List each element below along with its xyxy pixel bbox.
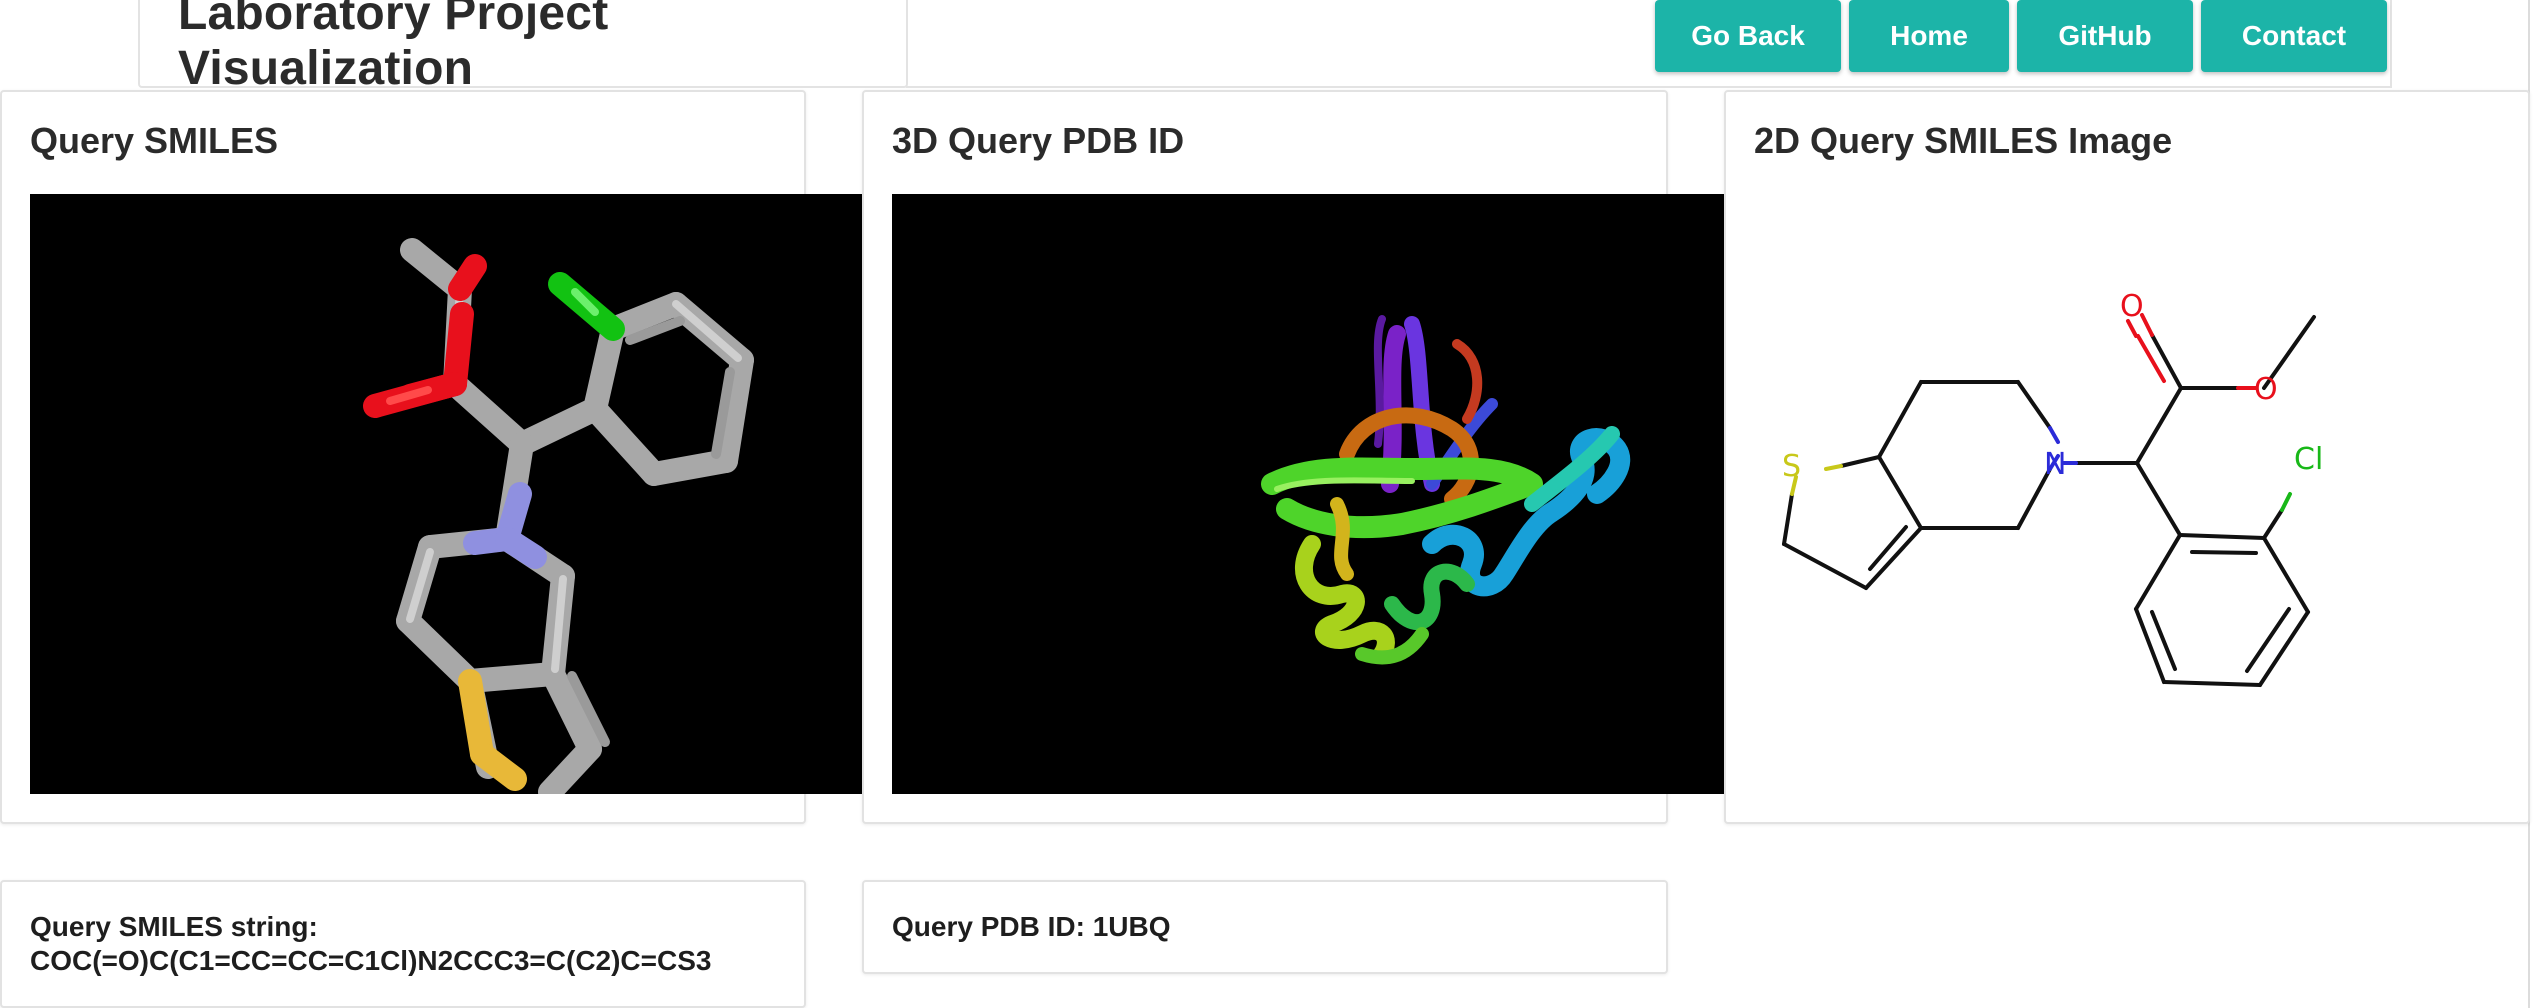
atom-label-s: S [1782,449,1801,484]
smiles-string-value: COC(=O)C(C1=CC=CC=C1Cl)N2CCC3=C(C2)C=CS3 [30,945,712,976]
page-title: Laboratory Project Visualization [178,0,609,95]
top-nav: Go Back Home GitHub Contact [1655,0,2387,72]
atom-label-cl: Cl [2294,442,2323,477]
github-button[interactable]: GitHub [2017,0,2193,72]
atom-label-o1: O [2120,289,2144,324]
smiles-2d-title: 2D Query SMILES Image [1754,120,2173,161]
protein-ribbon-render [1261,315,1631,665]
header-divider [906,86,2392,88]
query-smiles-title: Query SMILES [30,120,279,161]
pdb-id-text: Query PDB ID: 1UBQ [892,911,1171,942]
molecule-3d-viewer[interactable] [30,194,862,794]
smiles-2d-image: O O N S Cl [1754,194,2494,794]
pdb-id-card: Query PDB ID: 1UBQ [862,880,1668,974]
header-border-right [2390,0,2392,88]
protein-3d-viewer[interactable] [892,194,1724,794]
go-back-button[interactable]: Go Back [1655,0,1841,72]
title-box: Laboratory Project Visualization [138,0,908,95]
smiles-string-card: Query SMILES string: COC(=O)C(C1=CC=CC=C… [0,880,806,1008]
home-button[interactable]: Home [1849,0,2009,72]
molecule-3d-render [363,238,754,794]
pdb-3d-title: 3D Query PDB ID [892,120,1185,161]
atom-label-o2: O [2254,372,2278,407]
contact-button[interactable]: Contact [2201,0,2387,72]
smiles-string-label: Query SMILES string: [30,911,318,942]
atom-label-n: N [2044,447,2066,482]
